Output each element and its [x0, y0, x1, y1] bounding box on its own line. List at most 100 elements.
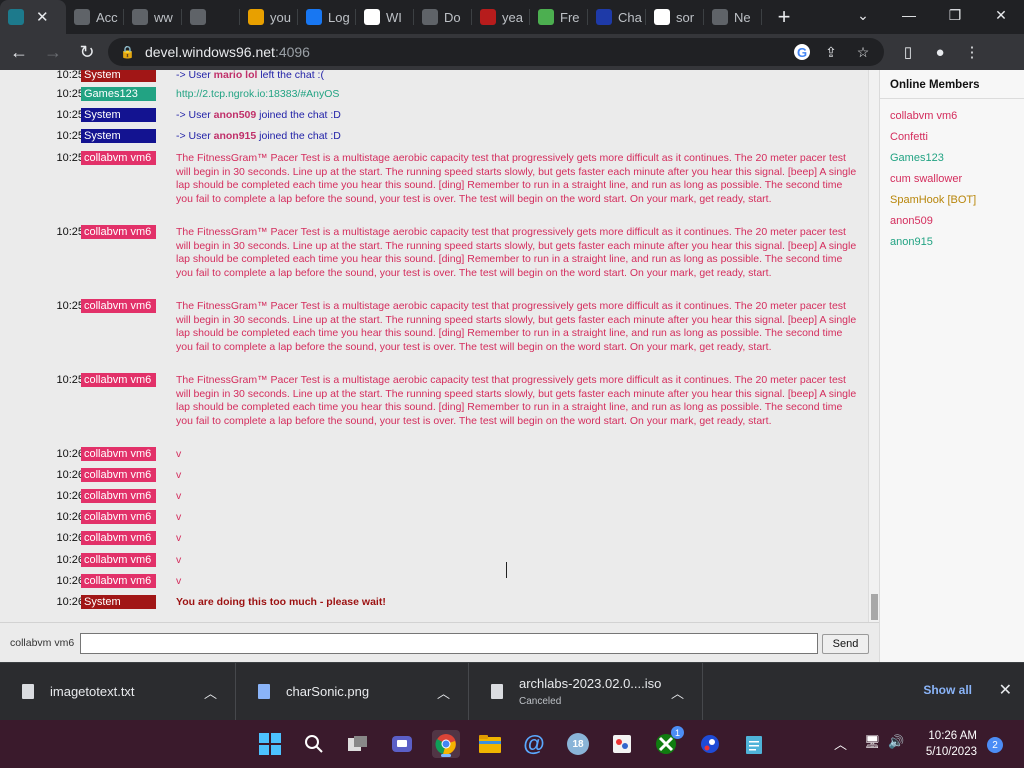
member-item[interactable]: SpamHook [BOT] — [890, 190, 1024, 211]
more-menu-icon[interactable]: ⋮ — [960, 40, 984, 64]
browser-tab[interactable] — [182, 0, 240, 34]
tab-label: WI — [386, 9, 402, 25]
message-text: v — [176, 575, 182, 587]
browser-tab[interactable]: you — [240, 0, 298, 34]
download-item[interactable]: charSonic.png ︿ — [236, 662, 469, 721]
reload-button[interactable]: ↻ — [72, 37, 102, 67]
download-icon — [422, 9, 438, 25]
message-text[interactable]: http://2.tcp.ngrok.io:18383/#AnyOS — [176, 88, 862, 102]
search-icon[interactable] — [300, 730, 328, 758]
share-icon[interactable]: ⇪ — [820, 41, 842, 63]
chat-scrollbar[interactable] — [868, 70, 879, 622]
browser-tab[interactable]: yea — [472, 0, 530, 34]
message-username-badge[interactable]: collabvm vm6 — [81, 531, 156, 545]
browser-tab[interactable]: WI — [356, 0, 414, 34]
close-tab-icon[interactable]: ✕ — [36, 8, 49, 26]
message-username-badge[interactable]: collabvm vm6 — [81, 373, 156, 387]
at-sign-app-icon[interactable]: @ — [520, 730, 548, 758]
sonic-app-icon[interactable] — [696, 730, 724, 758]
message-username-badge[interactable]: collabvm vm6 — [81, 151, 156, 165]
address-bar[interactable]: 🔒 devel.windows96.net:4096 G ⇪ ☆ — [108, 38, 884, 66]
chevron-up-icon[interactable]: ︿ — [437, 683, 450, 702]
globe-icon — [132, 9, 148, 25]
chat-message-input[interactable] — [80, 633, 818, 654]
windows-logo-icon — [259, 733, 281, 755]
network-icon[interactable]: 🖥 — [864, 734, 881, 750]
minimize-button[interactable]: — — [886, 0, 932, 30]
download-item[interactable]: imagetotext.txt ︿ — [0, 662, 236, 721]
task-view-icon[interactable] — [344, 730, 372, 758]
show-all-downloads-button[interactable]: Show all — [923, 683, 972, 697]
profile-avatar-icon[interactable]: ● — [928, 40, 952, 64]
message-username-badge[interactable]: collabvm vm6 — [81, 225, 156, 239]
close-shelf-icon[interactable]: ✕ — [999, 680, 1012, 700]
browser-tab[interactable]: Log — [298, 0, 356, 34]
message-username-badge[interactable]: collabvm vm6 — [81, 553, 156, 567]
message-text: v — [176, 511, 182, 523]
start-button[interactable] — [256, 730, 284, 758]
browser-tab[interactable]: Do — [414, 0, 472, 34]
browser-tab[interactable]: Acc — [66, 0, 124, 34]
chevron-up-icon[interactable]: ︿ — [834, 734, 847, 753]
browser-tab[interactable]: Cha — [588, 0, 646, 34]
message-highlight: anon509 — [213, 109, 257, 121]
message-username-badge[interactable]: collabvm vm6 — [81, 574, 156, 588]
lock-icon[interactable]: 🔒 — [120, 45, 135, 59]
message-username-badge[interactable]: collabvm vm6 — [81, 447, 156, 461]
shield-icon — [480, 9, 496, 25]
tab-search-icon[interactable]: ⌄ — [840, 0, 886, 30]
member-item[interactable]: collabvm vm6 — [890, 106, 1024, 127]
message-username-badge[interactable]: collabvm vm6 — [81, 468, 156, 482]
browser-tab[interactable]: ww — [124, 0, 182, 34]
message-username-badge[interactable]: collabvm vm6 — [81, 510, 156, 524]
forward-button[interactable]: → — [38, 37, 68, 67]
member-item[interactable]: Games123 — [890, 148, 1024, 169]
browser-tab[interactable]: sor — [646, 0, 704, 34]
new-tab-button[interactable]: + — [772, 4, 796, 30]
clock-date: 5/10/2023 — [925, 746, 977, 758]
paint-app-icon[interactable] — [608, 730, 636, 758]
message-username-badge[interactable]: Games123 — [81, 87, 156, 101]
system-clock[interactable]: 10:26 AM 5/10/2023 — [926, 728, 977, 760]
browser-tab[interactable]: Fre — [530, 0, 588, 34]
maximize-button[interactable]: ❐ — [932, 0, 978, 30]
browser-tab[interactable]: ✕ — [0, 0, 66, 34]
message-prefix: -> User — [176, 70, 214, 81]
member-item[interactable]: anon509 — [890, 211, 1024, 232]
xbox-icon[interactable]: 1 — [652, 726, 684, 758]
url-host: devel.windows96.net — [144, 44, 275, 60]
member-item[interactable]: Confetti — [890, 127, 1024, 148]
windows-taskbar: @ 18 1 ︿ 🖥 🔊 10:26 AM 5/10/2023 2 — [0, 720, 1024, 768]
bookmark-star-icon[interactable]: ☆ — [852, 41, 874, 63]
download-item[interactable]: archlabs-2023.02.0....iso Canceled ︿ — [469, 662, 703, 721]
volume-icon[interactable]: 🔊 — [888, 734, 904, 750]
message-username-badge[interactable]: System — [81, 70, 156, 82]
send-button[interactable]: Send — [822, 634, 869, 654]
message-text: v — [176, 448, 182, 460]
message-text: The FitnessGram™ Pacer Test is a multist… — [176, 152, 857, 205]
members-list: collabvm vm6 Confetti Games123 cum swallowe… — [890, 106, 1024, 253]
chrome-taskbar-icon[interactable] — [432, 730, 460, 758]
chevron-up-icon[interactable]: ︿ — [671, 683, 684, 702]
chevron-up-icon[interactable]: ︿ — [204, 683, 217, 702]
scrollbar-thumb[interactable] — [871, 594, 878, 620]
message-username-badge[interactable]: System — [81, 595, 156, 609]
message-highlight: anon915 — [213, 130, 257, 142]
file-explorer-icon[interactable] — [476, 730, 504, 758]
browser-tab[interactable]: Ne — [704, 0, 762, 34]
side-panel-icon[interactable]: ▯ — [896, 40, 920, 64]
notification-badge[interactable]: 2 — [987, 737, 1003, 753]
back-button[interactable]: ← — [4, 37, 34, 67]
google-lens-icon[interactable]: G — [794, 44, 810, 60]
notepad-icon[interactable] — [740, 730, 768, 758]
message-username-badge[interactable]: collabvm vm6 — [81, 489, 156, 503]
message-username-badge[interactable]: collabvm vm6 — [81, 299, 156, 313]
teams-chat-icon[interactable] — [388, 730, 416, 758]
member-item[interactable]: anon915 — [890, 232, 1024, 253]
close-window-button[interactable]: ✕ — [978, 0, 1024, 30]
message-username-badge[interactable]: System — [81, 108, 156, 122]
member-item[interactable]: cum swallower — [890, 169, 1024, 190]
house-icon — [190, 9, 206, 25]
calendar-app-icon[interactable]: 18 — [564, 730, 592, 758]
message-username-badge[interactable]: System — [81, 129, 156, 143]
